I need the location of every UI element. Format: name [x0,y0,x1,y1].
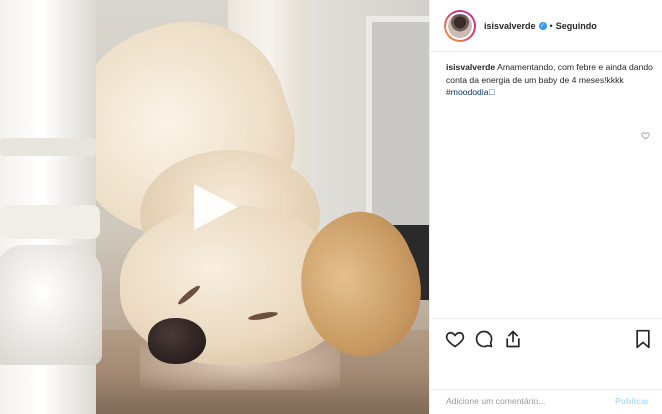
background-door [366,16,429,246]
following-button[interactable]: Seguindo [556,21,597,31]
post-header: isisvalverde ✓ • Seguindo [430,0,662,52]
table-leg-ring [0,138,96,156]
table-leg-foot [0,245,102,365]
comment-input[interactable] [446,396,616,406]
avatar-image [446,11,474,40]
comment-bar: Publicar [430,389,662,414]
hashtag-link[interactable]: #moododia [446,87,495,97]
heart-icon[interactable] [445,329,465,349]
action-bar [430,318,662,358]
post-video[interactable] [0,0,429,414]
play-icon[interactable] [194,184,238,230]
table-leg-ring [0,205,100,239]
table-leg [0,0,102,414]
share-icon[interactable] [503,329,523,349]
username-link[interactable]: isisvalverde [484,21,536,31]
bookmark-icon[interactable] [634,329,652,349]
heart-outline-icon[interactable] [641,131,650,140]
post-caption: isisvalverde Amamentando, com febre e ai… [446,61,658,99]
verified-badge-icon: ✓ [538,21,547,30]
avatar[interactable] [444,9,476,42]
post-sidebar: isisvalverde ✓ • Seguindo isisvalverde A… [429,0,662,414]
caption-username[interactable]: isisvalverde [446,62,495,72]
publish-button[interactable]: Publicar [615,396,649,406]
separator-dot: • [549,20,553,31]
puppy-nose [148,318,206,364]
comment-icon[interactable] [474,329,494,349]
